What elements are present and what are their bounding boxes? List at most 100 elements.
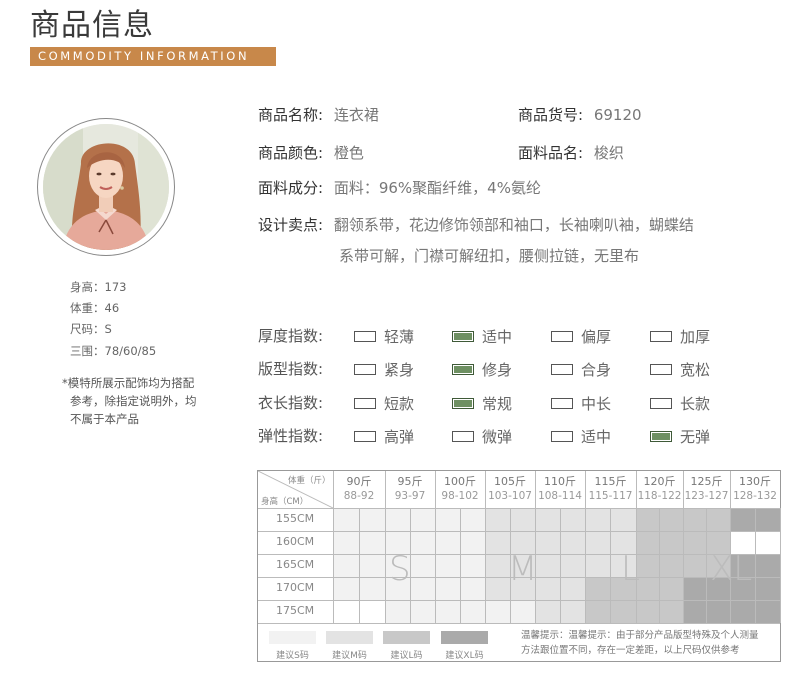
weight-jin: 105斤 [494,475,526,488]
weight-range: 88-92 [343,490,375,502]
grid-line [258,623,780,624]
unchecked-box-icon [650,330,672,342]
legend-swatch [441,631,488,644]
legend-swatch [326,631,373,644]
fabric-composition-value: 面料：96%聚酯纤维，4%氨纶 [333,179,541,197]
product-name-row: 商品名称: 连衣裙 [258,105,379,125]
model-accessory-note: *模特所展示配饰均为搭配 参考，除指定说明外，均 不属于本产品 [62,374,232,428]
note-line: *模特所展示配饰均为搭配 [62,376,195,390]
weight-range: 115-117 [588,490,633,502]
size-zone-s [333,508,485,531]
product-sku-label: 商品货号: [518,106,584,124]
index-label: 版型指数: [258,360,324,378]
index-option-label: 加厚 [680,327,711,346]
grid-line [359,508,360,623]
size-table: 体重（斤） 身高（CM） 90斤 88-92 95斤 93-97 100斤 98-102 105… [257,470,781,662]
index-option: 偏厚 [551,326,611,346]
model-size: 尺码：S [70,322,112,336]
product-sku-row: 商品货号: 69120 [518,105,642,125]
product-color-row: 商品颜色: 橙色 [258,143,364,163]
height-label: 165CM [276,558,315,571]
fabric-name-value: 梭织 [593,144,624,162]
height-label: 170CM [276,581,315,594]
index-option-label: 适中 [482,327,513,346]
size-tip-line2: 方法跟位置不同，存在一定差距，以上尺码仅供参考 [521,645,740,656]
unchecked-box-icon [551,363,573,375]
unchecked-box-icon [650,397,672,409]
grid-line [610,508,611,623]
grid-line [706,508,707,623]
product-name-value: 连衣裙 [333,106,379,124]
corner-height-label: 身高（CM） [261,497,309,507]
weight-jin: 130斤 [739,475,771,488]
index-option: 长款 [650,393,710,413]
checked-box-icon [452,363,474,375]
grid-line [333,508,334,623]
index-option-label: 修身 [482,360,513,379]
height-label: 175CM [276,604,315,617]
unchecked-box-icon [650,363,672,375]
weight-jin: 120斤 [643,475,676,488]
size-tip-line1: 温馨提示：温馨提示：由于部分产品版型特殊及个人测量 [521,630,759,641]
model-weight: 体重：46 [70,301,120,315]
grid-line [485,508,486,623]
legend-swatch [383,631,430,644]
weight-jin: 110斤 [544,475,576,488]
index-option: 微弹 [452,426,512,446]
unchecked-box-icon [551,430,573,442]
model-height: 身高：173 [70,280,127,294]
height-label: 155CM [276,512,315,525]
index-option: 轻薄 [354,326,414,346]
weight-range: 103-107 [488,490,532,502]
index-option: 常规 [452,393,512,413]
grid-line [385,508,386,623]
design-highlights-line2: 系带可解，门襟可解纽扣，腰侧拉链，无里布 [339,247,640,265]
unchecked-box-icon [452,430,474,442]
unchecked-box-icon [551,330,573,342]
index-option-label: 宽松 [680,360,711,379]
checked-box-icon [650,430,672,442]
fabric-name-label: 面料品名: [518,144,584,162]
product-name-label: 商品名称: [258,106,324,124]
grid-line [460,508,461,623]
index-label: 弹性指数: [258,427,324,445]
index-option: 无弹 [650,426,710,446]
legend-label: 建议XL码 [445,651,484,661]
index-option-label: 短款 [384,394,415,413]
index-option: 中长 [551,393,611,413]
weight-jin: 115斤 [594,475,627,488]
unchecked-box-icon [354,363,376,375]
index-option-label: 高弹 [384,427,415,446]
legend-label: 建议S码 [276,651,309,661]
grid-line [560,508,561,623]
unchecked-box-icon [354,330,376,342]
fabric-composition-row: 面料成分: 面料：96%聚酯纤维，4%氨纶 [258,178,541,198]
product-color-label: 商品颜色: [258,144,324,162]
weight-range: 93-97 [394,490,426,502]
index-option-label: 常规 [482,394,513,413]
index-option: 加厚 [650,326,710,346]
product-sku-value: 69120 [593,106,642,124]
legend-label: 建议M码 [332,651,367,661]
index-option-label: 偏厚 [581,327,612,346]
model-avatar [37,118,175,256]
index-option: 短款 [354,393,414,413]
size-mark: L [621,549,640,589]
index-option: 适中 [452,326,512,346]
fabric-name-row: 面料品名: 梭织 [518,143,624,163]
page-title: 商品信息 [30,8,154,43]
page-subtitle-banner: COMMODITY INFORMATION [30,47,276,66]
weight-range: 118-122 [637,490,682,502]
size-zone-l [585,600,683,623]
index-option-label: 中长 [581,394,612,413]
index-label: 衣长指数: [258,394,324,412]
size-mark: S [389,549,411,589]
index-option: 宽松 [650,359,710,379]
design-highlights-line1: 翻领系带，花边修饰领部和袖口，长袖喇叭袖，蝴蝶结 [333,216,694,234]
index-option: 紧身 [354,359,414,379]
corner-weight-label: 体重（斤） [288,476,331,486]
grid-line [258,531,780,532]
size-mark: XL [710,549,753,589]
index-option-label: 微弹 [482,427,513,446]
index-option-label: 合身 [581,360,612,379]
